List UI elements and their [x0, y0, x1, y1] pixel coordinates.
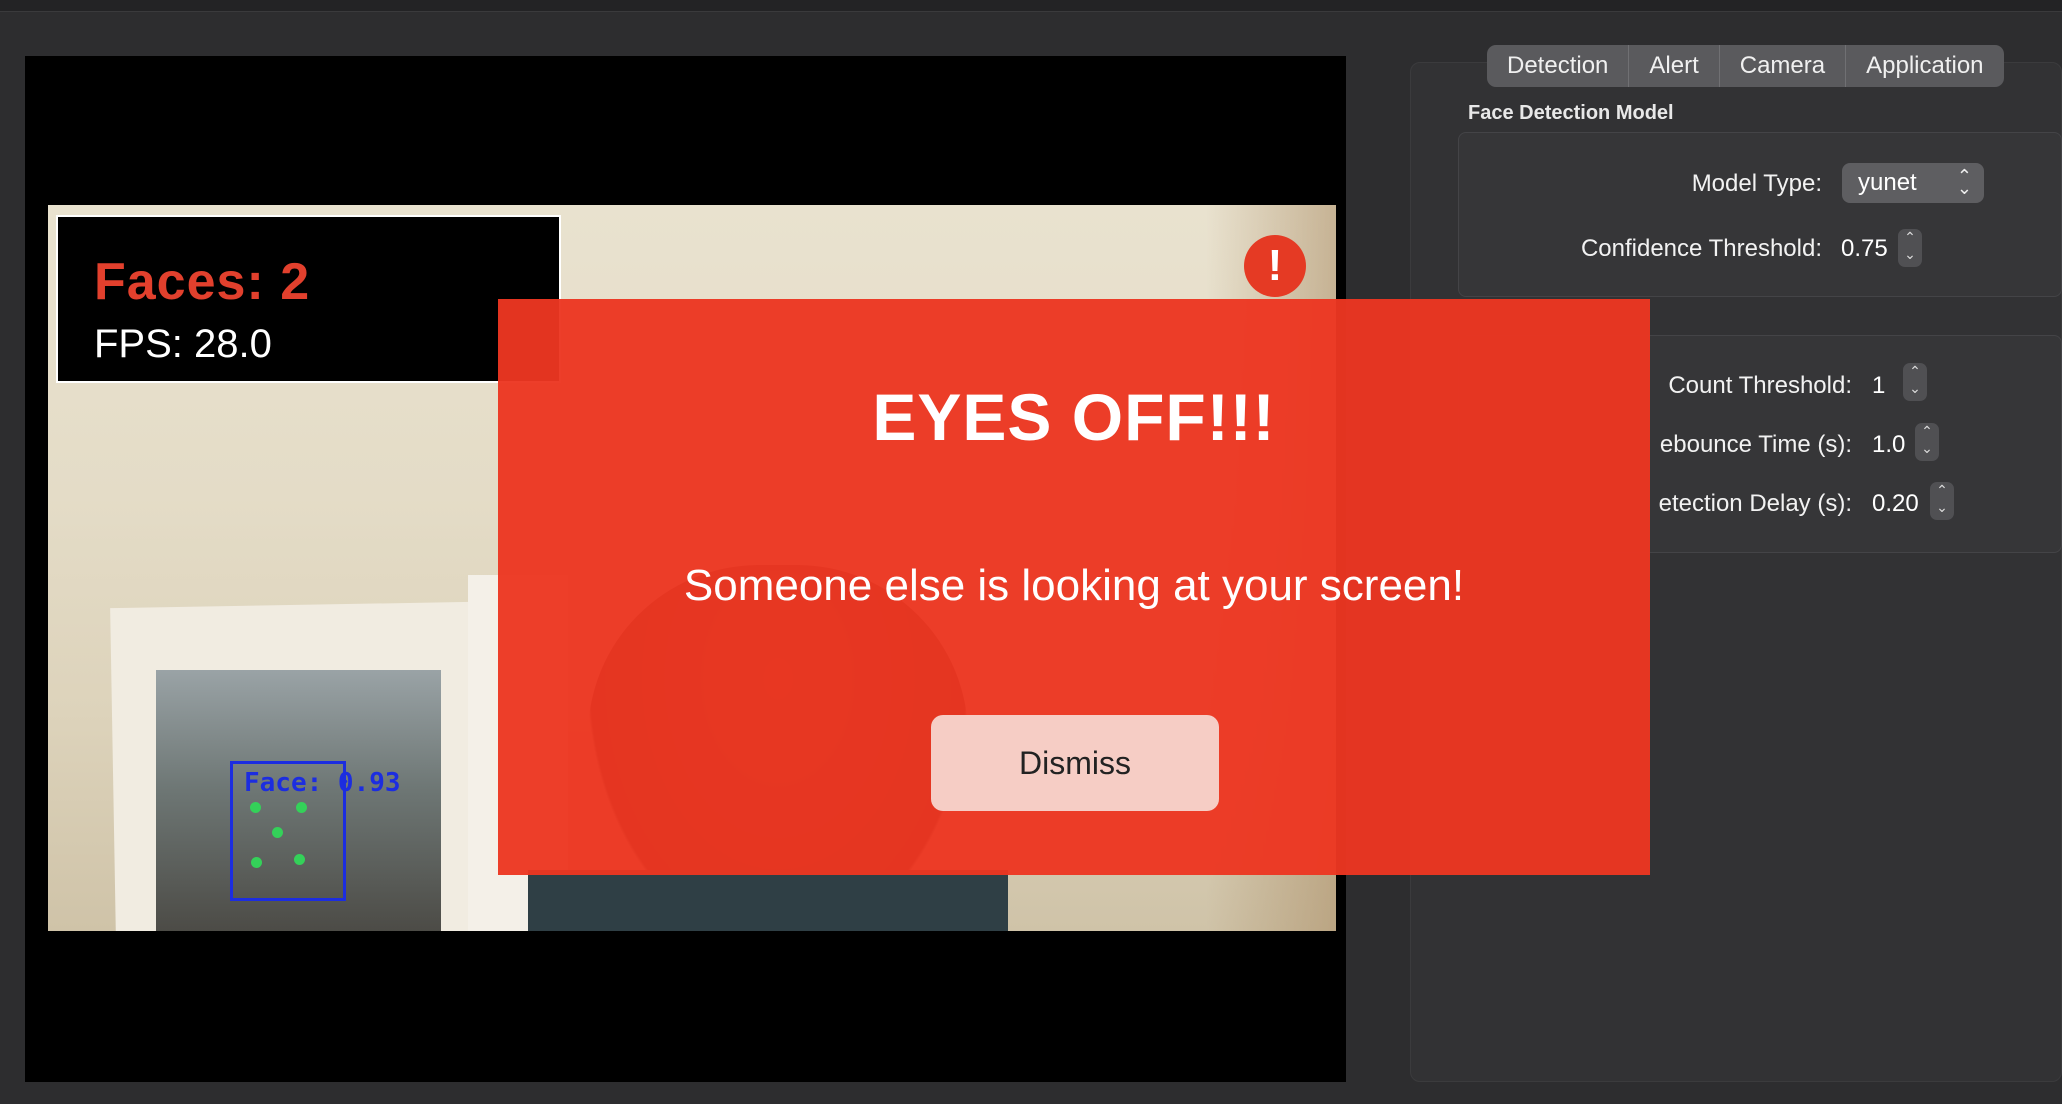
settings-tabs: Detection Alert Camera Application: [1487, 45, 2004, 87]
exclamation-icon: !: [1244, 235, 1306, 297]
alert-message: Someone else is looking at your screen!: [683, 561, 1465, 610]
tab-camera[interactable]: Camera: [1720, 45, 1847, 87]
face-landmark: [296, 802, 307, 813]
face-landmark: [251, 857, 262, 868]
faces-count: Faces: 2: [94, 253, 311, 311]
stats-overlay: Faces: 2 FPS: 28.0: [56, 215, 561, 383]
confidence-threshold-label: Confidence Threshold:: [1580, 235, 1822, 262]
alert-title: EYES OFF!!!: [872, 380, 1276, 454]
updown-chevron-icon: ⌃ ⌄: [1956, 166, 1972, 198]
detection-delay-stepper[interactable]: ⌃ ⌄: [1930, 482, 1954, 520]
title-bar: [0, 0, 2062, 12]
person-shirt: [528, 870, 1008, 931]
face-landmark: [272, 827, 283, 838]
group-title-face-detection-model: Face Detection Model: [1468, 102, 1674, 124]
model-type-value: yunet: [1858, 169, 1917, 196]
confidence-threshold-field[interactable]: 0.75: [1841, 235, 1888, 263]
tab-detection[interactable]: Detection: [1487, 45, 1630, 87]
eyes-off-alert-modal: EYES OFF!!! Someone else is looking at y…: [498, 299, 1650, 875]
face-count-threshold-field[interactable]: 1: [1872, 372, 1885, 400]
detection-delay-field[interactable]: 0.20: [1872, 490, 1919, 518]
model-type-select[interactable]: yunet ⌃ ⌄: [1842, 163, 1984, 203]
tab-alert[interactable]: Alert: [1629, 45, 1720, 87]
dismiss-button[interactable]: Dismiss: [931, 715, 1219, 811]
face-detection-model-group: [1458, 132, 2062, 297]
tab-application[interactable]: Application: [1846, 45, 2003, 87]
fps-readout: FPS: 28.0: [94, 322, 272, 366]
app-window: Faces: 2 FPS: 28.0 ! Face: 0.93 Detectio…: [0, 0, 2062, 1104]
debounce-time-field[interactable]: 1.0: [1872, 431, 1905, 459]
debounce-time-stepper[interactable]: ⌃ ⌄: [1915, 423, 1939, 461]
face-count-threshold-stepper[interactable]: ⌃ ⌄: [1903, 363, 1927, 401]
face-confidence-label: Face: 0.93: [244, 768, 401, 798]
model-type-label: Model Type:: [1691, 170, 1822, 197]
confidence-threshold-stepper[interactable]: ⌃ ⌄: [1898, 229, 1922, 267]
face-landmark: [250, 802, 261, 813]
face-landmark: [294, 854, 305, 865]
